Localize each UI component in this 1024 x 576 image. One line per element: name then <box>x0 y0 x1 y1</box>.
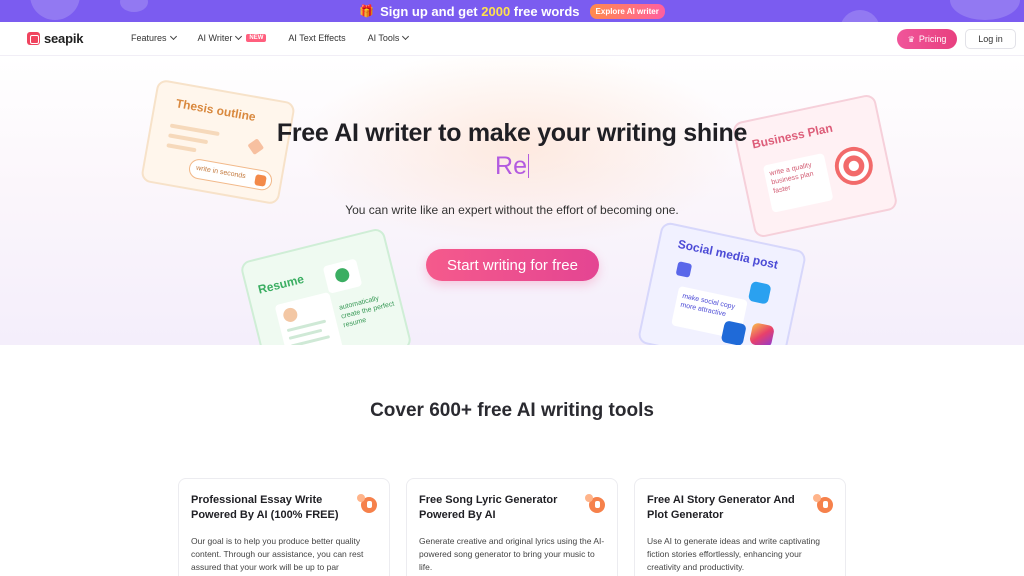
typed-text: Re <box>495 152 529 180</box>
menu-item-ai-writer[interactable]: AI Writer NEW <box>198 32 267 43</box>
tool-title: Free Song Lyric Generator Powered By AI <box>419 494 558 521</box>
tool-desc: Our goal is to help you produce better q… <box>191 536 364 572</box>
check-icon <box>333 266 351 284</box>
logo[interactable]: seapik <box>27 31 83 46</box>
promo-banner[interactable]: 🎁 Sign up and get 2000 free words Explor… <box>0 0 1024 22</box>
tool-title: Free AI Story Generator And Plot Generat… <box>647 494 795 521</box>
text-caret <box>527 154 529 178</box>
gift-icon: 🎁 <box>359 4 375 18</box>
chevron-down-icon <box>402 32 410 41</box>
promo-text: Sign up and get 2000 free words <box>380 3 580 19</box>
social-media-post-card: Social media post make social copy more … <box>636 220 808 345</box>
ai-tool-icon <box>357 494 377 513</box>
avatar <box>281 306 299 324</box>
hero-title: Free AI writer to make your writing shin… <box>276 119 748 147</box>
top-nav: seapik Features AI Writer NEW AI Text Ef… <box>0 22 1024 56</box>
start-writing-button[interactable]: Start writing for free <box>426 249 599 281</box>
new-badge: NEW <box>246 34 267 42</box>
tool-card-essay[interactable]: Professional Essay Write Powered By AI (… <box>178 478 390 576</box>
crown-icon: ♛ <box>907 34 915 44</box>
tool-desc: Use AI to generate ideas and write capti… <box>647 536 820 572</box>
thumbs-up-icon <box>675 261 693 278</box>
decor-blob <box>30 0 80 20</box>
ai-tool-icon <box>585 494 605 513</box>
ai-tool-icon <box>813 494 833 513</box>
tool-card-song-lyric[interactable]: Free Song Lyric Generator Powered By AI … <box>406 478 618 576</box>
menu-item-ai-text-effects[interactable]: AI Text Effects <box>288 33 345 43</box>
hero-subtitle: You can write like an expert without the… <box>345 203 679 217</box>
resume-doc <box>274 291 344 345</box>
menu-item-ai-tools[interactable]: AI Tools <box>368 32 410 43</box>
decor-blob <box>950 0 1020 20</box>
chevron-down-icon <box>235 32 243 41</box>
decor-blob <box>120 0 148 12</box>
explore-ai-writer-button[interactable]: Explore AI writer <box>589 3 665 19</box>
section-title: Cover 600+ free AI writing tools <box>370 400 654 421</box>
chevron-down-icon <box>169 32 177 41</box>
pricing-button[interactable]: ♛ Pricing <box>897 29 957 49</box>
hero-section: Thesis outline write in seconds Business… <box>0 57 1024 345</box>
main-menu: Features AI Writer NEW AI Text Effects A… <box>131 32 430 43</box>
resume-note: automatically create the perfect resume <box>338 295 396 330</box>
twitter-icon <box>747 280 772 305</box>
resume-card: Resume automatically create the perfect … <box>239 226 413 345</box>
menu-item-features[interactable]: Features <box>131 32 177 43</box>
facebook-icon <box>720 320 747 345</box>
instagram-icon <box>748 322 775 345</box>
decor-blob <box>840 10 880 22</box>
tool-card-story[interactable]: Free AI Story Generator And Plot Generat… <box>634 478 846 576</box>
check-card <box>322 258 363 294</box>
tool-title: Professional Essay Write Powered By AI (… <box>191 494 339 521</box>
logo-icon <box>27 32 40 45</box>
tool-desc: Generate creative and original lyrics us… <box>419 536 605 572</box>
login-button[interactable]: Log in <box>965 29 1016 49</box>
